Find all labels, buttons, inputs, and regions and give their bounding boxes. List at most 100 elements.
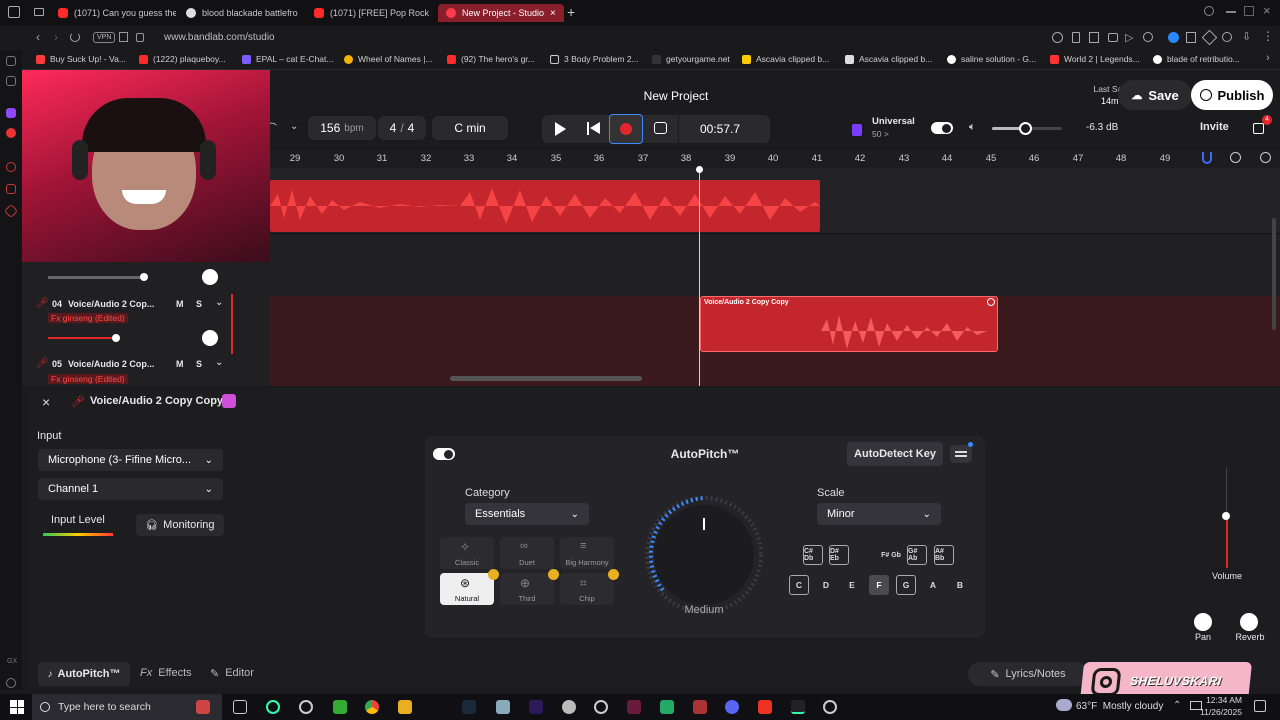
tab-effects[interactable]: Fx Effects: [140, 667, 192, 679]
bookmark-item[interactable]: Wheel of Names |...: [344, 54, 432, 64]
style-classic[interactable]: ✧ Classic: [440, 537, 494, 569]
fx-badge[interactable]: Fx ginseng (Edited): [48, 374, 128, 384]
playhead-handle[interactable]: [696, 166, 703, 173]
tiktok-icon[interactable]: [758, 700, 772, 714]
bookmark-item[interactable]: Ascavia clipped b...: [845, 54, 932, 64]
notifications-icon[interactable]: [1254, 700, 1266, 712]
sidebar-app-icon[interactable]: [6, 184, 16, 194]
chrome-icon[interactable]: [365, 700, 379, 714]
zoom-out-icon[interactable]: [1230, 152, 1241, 163]
mute-button[interactable]: M: [176, 359, 184, 369]
sidebar-app-icon[interactable]: [6, 128, 16, 138]
track-name[interactable]: Voice/Audio 2 Cop...: [68, 359, 154, 369]
master-volume-slider[interactable]: [992, 122, 1062, 135]
close-panel-icon[interactable]: ×: [42, 394, 50, 410]
more-icon[interactable]: ⋮: [1262, 29, 1274, 43]
xbox-icon[interactable]: [333, 700, 347, 714]
clock-date[interactable]: 11/26/2025: [1196, 707, 1242, 717]
bookmarks-more-icon[interactable]: ›: [1266, 52, 1270, 64]
note-a-sharp[interactable]: A# Bb: [934, 545, 954, 565]
taskbar-app-icon[interactable]: [660, 700, 674, 714]
pan-knob[interactable]: [202, 269, 218, 285]
note-b[interactable]: B: [950, 575, 970, 595]
bookmark-item[interactable]: (92) The hero's gr...: [447, 54, 535, 64]
bookmark-item[interactable]: EPAL – cat E-Chat...: [242, 54, 333, 64]
sidebar-app-icon[interactable]: [6, 56, 16, 66]
taskbar-app-icon[interactable]: [196, 700, 210, 714]
bookmark-item[interactable]: blade of retributio...: [1153, 54, 1240, 64]
fx-badge[interactable]: Fx ginseng (Edited): [48, 313, 128, 323]
audio-clip-waveform[interactable]: [270, 180, 820, 232]
pan-knob[interactable]: [202, 330, 218, 346]
category-dropdown[interactable]: Essentials ⌄: [465, 503, 589, 525]
taskbar-search[interactable]: Type here to search: [32, 694, 222, 720]
extensions-icon[interactable]: [1201, 29, 1218, 46]
weather-text[interactable]: 63°F Mostly cloudy: [1076, 701, 1163, 712]
tab-editor[interactable]: ✎ Editor: [210, 667, 254, 680]
key-control[interactable]: C min: [432, 116, 508, 140]
obs-icon[interactable]: [823, 700, 837, 714]
slider-handle[interactable]: [112, 334, 120, 342]
save-button[interactable]: ☁︎ Save: [1118, 80, 1192, 110]
forward-icon[interactable]: ›: [54, 30, 58, 44]
track-header-04[interactable]: 🎤︎ 04 Voice/Audio 2 Cop... M S ⌄ Fx gins…: [36, 294, 256, 356]
taskbar-app-icon[interactable]: [496, 700, 510, 714]
note-c[interactable]: C: [789, 575, 809, 595]
project-title[interactable]: New Project: [622, 89, 730, 103]
steam-icon[interactable]: [462, 700, 476, 714]
magnet-snap-icon[interactable]: [1202, 152, 1212, 164]
new-tab-icon[interactable]: +: [567, 4, 575, 20]
task-view-icon[interactable]: [233, 700, 247, 714]
pan-knob[interactable]: [1194, 613, 1212, 631]
track-lane[interactable]: [270, 168, 1280, 234]
note-g-sharp[interactable]: G# Ab: [907, 545, 927, 565]
close-window-icon[interactable]: ×: [1263, 3, 1271, 18]
invite-button[interactable]: Invite: [1200, 121, 1229, 133]
reader-icon[interactable]: [119, 32, 128, 42]
close-tab-icon[interactable]: ×: [550, 8, 556, 19]
taskbar-app-icon[interactable]: [693, 700, 707, 714]
style-duet[interactable]: ∞ Duet: [500, 537, 554, 569]
panel-track-title[interactable]: Voice/Audio 2 Copy Copy: [90, 395, 223, 407]
sidebar-settings-icon[interactable]: [6, 678, 16, 688]
vertical-scrollbar[interactable]: [1272, 218, 1276, 330]
settings-sliders-icon[interactable]: [950, 442, 973, 463]
browser-menu-icon[interactable]: [8, 6, 20, 18]
tab-3[interactable]: (1071) [FREE] Pop Rock x: [314, 4, 432, 22]
chevron-down-icon[interactable]: ⌄: [290, 121, 298, 132]
clock-time[interactable]: 12:34 AM: [1202, 695, 1242, 705]
input-device-dropdown[interactable]: Microphone (3- Fifine Micro... ⌄: [38, 449, 223, 471]
file-explorer-icon[interactable]: [398, 700, 412, 714]
minimize-icon[interactable]: [1226, 11, 1236, 13]
horizontal-scrollbar[interactable]: [450, 376, 642, 381]
bookmark-item[interactable]: Ascavia clipped b...: [742, 54, 829, 64]
chevron-up-icon[interactable]: ⌃: [1173, 700, 1181, 711]
zoom-in-icon[interactable]: [1260, 152, 1271, 163]
bookmark-item[interactable]: (1222) plaqueboy...: [139, 54, 226, 64]
reverb-knob[interactable]: [1240, 613, 1258, 631]
solo-button[interactable]: S: [196, 299, 202, 309]
tab-autopitch[interactable]: ♪ AutoPitch™: [38, 662, 130, 686]
search-tabs-icon[interactable]: [1204, 6, 1214, 16]
twitch-icon[interactable]: [6, 108, 16, 118]
clock-icon[interactable]: [1143, 32, 1153, 42]
autodetect-key-button[interactable]: AutoDetect Key: [847, 442, 943, 466]
track-lane[interactable]: [270, 234, 1280, 296]
track-volume-slider[interactable]: [48, 334, 120, 342]
note-d-sharp[interactable]: D# Eb: [829, 545, 849, 565]
bookmark-item[interactable]: Buy Suck Up! - Va...: [36, 54, 126, 64]
play-icon[interactable]: [555, 122, 566, 136]
after-effects-icon[interactable]: [529, 700, 543, 714]
style-big-harmony[interactable]: ≡ Big Harmony: [560, 537, 614, 569]
publish-button[interactable]: Publish: [1191, 80, 1273, 110]
style-chip[interactable]: ⌗ Chip: [560, 569, 619, 605]
channel-dropdown[interactable]: Channel 1 ⌄: [38, 478, 223, 500]
style-natural-selected[interactable]: ⊛ Natural: [440, 569, 499, 605]
maximize-icon[interactable]: [1244, 6, 1254, 16]
url-field[interactable]: www.bandlab.com/studio: [164, 32, 275, 43]
screenshot-icon[interactable]: [1089, 32, 1099, 43]
skip-back-icon[interactable]: [587, 122, 589, 135]
note-d[interactable]: D: [816, 575, 836, 595]
bookmark-item[interactable]: World 2 | Legends...: [1050, 54, 1140, 64]
time-signature[interactable]: 4 / 4: [378, 116, 426, 140]
